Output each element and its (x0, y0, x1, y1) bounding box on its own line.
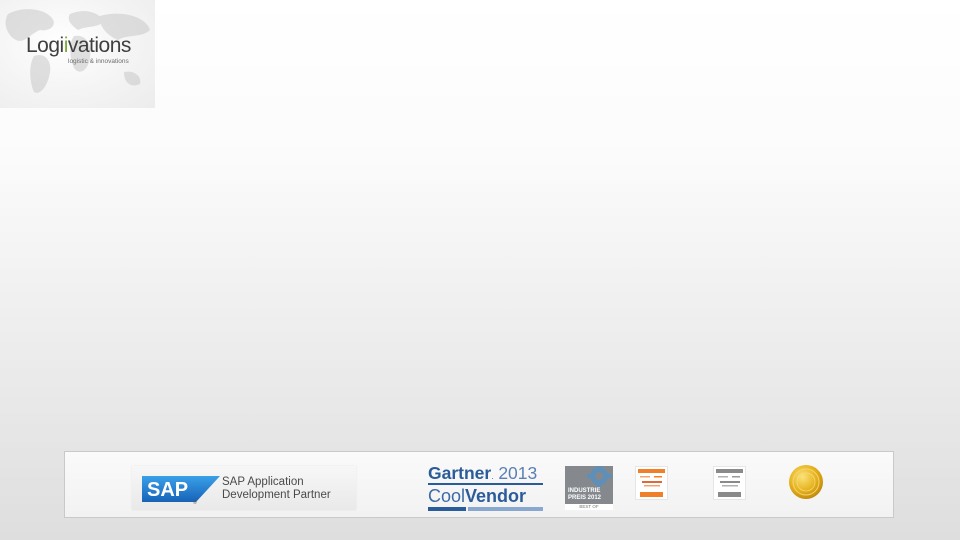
gartner-cool: Cool (428, 486, 466, 506)
gartner-name: Gartner (428, 463, 492, 483)
logo-word-part3: vations (67, 34, 132, 57)
logo-word-part1: Logi (26, 34, 64, 57)
sap-partner-label: SAP Application Development Partner (222, 476, 331, 501)
gartner-divider (428, 483, 543, 485)
partner-logos-strip: SAP ® SAP Application Development Partne… (64, 451, 894, 518)
logo-tagline: logistic & innovations (68, 58, 129, 65)
gartner-subheading: CoolVendor (428, 486, 526, 507)
gartner-bar-dark (428, 507, 466, 511)
grey-award-icon (716, 469, 743, 497)
gartner-vendor: Vendor (465, 486, 527, 506)
company-logo: Logiivations logistic & innovations (0, 0, 155, 108)
industriepreis-footer: BEST OF (565, 504, 613, 510)
svg-text:®: ® (193, 499, 197, 506)
gartner-year: 2013 (498, 463, 538, 483)
gold-seal-icon (789, 465, 823, 499)
industriepreis-label: INDUSTRIE PREIS 2012 (568, 488, 602, 501)
svg-text:SAP: SAP (147, 479, 188, 501)
sap-partner-badge: SAP ® SAP Application Development Partne… (132, 466, 356, 510)
gartner-heading: Gartner. 2013 (428, 463, 537, 484)
gartner-bar-light (468, 507, 543, 511)
orange-award-icon (638, 469, 665, 497)
orange-award-badge (635, 466, 668, 500)
grey-award-badge (713, 466, 746, 500)
gartner-cool-vendor-badge: Gartner. 2013 CoolVendor (428, 463, 546, 511)
logo-wordmark: Logiivations (26, 34, 131, 58)
gartner-dot: . (491, 472, 494, 481)
sap-logo-icon: SAP ® (142, 476, 220, 506)
